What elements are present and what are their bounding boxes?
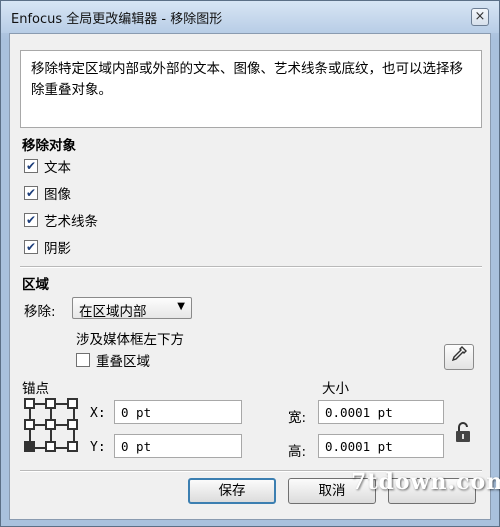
size-title: 大小 [322,381,349,397]
dialog-window: Enfocus 全局更改编辑器 - 移除图形 × 移除特定区域内部或外部的文本、… [0,0,500,527]
checkbox-image-box[interactable]: ✔ [24,186,38,200]
checkbox-image[interactable]: ✔ 图像 [24,183,71,203]
anchor-top-left[interactable] [24,398,35,409]
title-bar: Enfocus 全局更改编辑器 - 移除图形 × [1,1,499,33]
checkbox-shading-box[interactable]: ✔ [24,240,38,254]
checkbox-line-art[interactable]: ✔ 艺术线条 [24,210,98,230]
checkbox-overlap[interactable]: 重叠区域 [76,350,150,370]
window-title: Enfocus 全局更改编辑器 - 移除图形 [11,12,223,27]
save-button[interactable]: 保存 [188,478,276,504]
region-title: 区域 [22,277,49,293]
anchor-bottom-right[interactable] [67,441,78,452]
y-label: Y: [90,440,106,455]
media-box-text: 涉及媒体框左下方 [76,332,184,348]
dialog-body: 移除特定区域内部或外部的文本、图像、艺术线条或底纹，也可以选择移除重叠对象。 移… [9,33,491,520]
anchor-bottom-left[interactable] [24,441,35,452]
anchor-bottom-center[interactable] [45,441,56,452]
checkbox-text[interactable]: ✔ 文本 [24,156,71,176]
checkbox-text-label: 文本 [44,160,71,176]
anchor-middle-right[interactable] [67,419,78,430]
checkbox-overlap-box[interactable] [76,353,90,367]
remove-objects-title: 移除对象 [22,138,76,154]
eyedropper-button[interactable] [444,344,474,370]
site-watermark: 7tdown.com [351,469,500,495]
anchor-center[interactable] [45,419,56,430]
lock-open-icon[interactable] [454,422,472,449]
checkbox-text-box[interactable]: ✔ [24,159,38,173]
x-label: X: [90,406,106,421]
description-box: 移除特定区域内部或外部的文本、图像、艺术线条或底纹，也可以选择移除重叠对象。 [20,50,482,128]
checkbox-image-label: 图像 [44,187,71,203]
anchor-top-center[interactable] [45,398,56,409]
height-input[interactable]: 0.0001 pt [318,434,444,458]
x-input[interactable]: 0 pt [114,400,242,424]
width-label: 宽: [288,410,307,426]
checkbox-line-art-box[interactable]: ✔ [24,213,38,227]
anchor-top-right[interactable] [67,398,78,409]
checkbox-line-art-label: 艺术线条 [44,214,98,230]
checkbox-shading[interactable]: ✔ 阴影 [24,237,71,257]
y-input[interactable]: 0 pt [114,434,242,458]
anchor-title: 锚点 [22,381,49,397]
checkbox-overlap-label: 重叠区域 [96,354,150,370]
width-input[interactable]: 0.0001 pt [318,400,444,424]
height-label: 高: [288,444,307,460]
remove-label: 移除: [24,304,56,320]
anchor-point-grid[interactable] [24,398,80,458]
checkbox-shading-label: 阴影 [44,241,71,257]
chevron-down-icon: ▼ [177,301,185,312]
remove-mode-value: 在区域内部 [79,304,147,320]
close-button[interactable]: × [471,8,489,26]
anchor-middle-left[interactable] [24,419,35,430]
remove-mode-select[interactable]: 在区域内部 ▼ [72,297,192,320]
section-divider [20,266,482,268]
eyedropper-icon [451,346,467,366]
